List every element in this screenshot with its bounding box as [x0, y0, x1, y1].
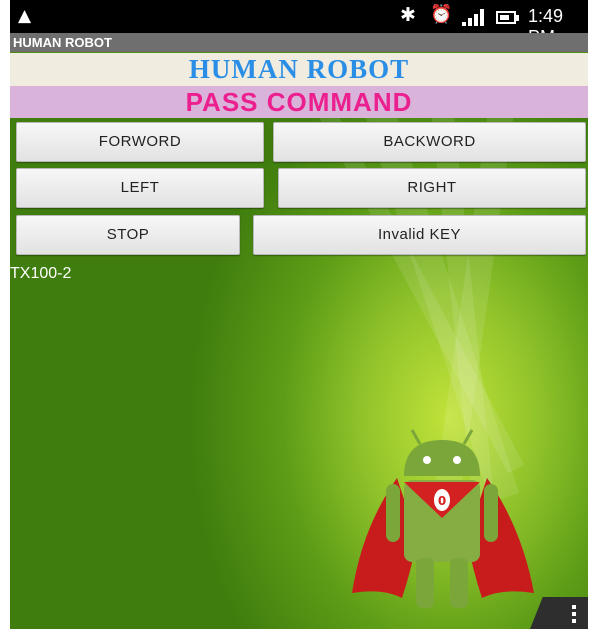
title-banner: HUMAN ROBOT	[10, 53, 588, 86]
alarm-icon: ⏰	[430, 4, 453, 25]
status-bar: ▲ ✱ ⏰ 1:49 PM	[10, 0, 588, 47]
subtitle-banner: PASS COMMAND	[10, 86, 588, 118]
overflow-menu-icon[interactable]	[572, 605, 576, 623]
android-mascot-icon: 0	[352, 429, 534, 608]
warning-icon: ▲	[18, 6, 32, 26]
app-screen: ▲ ✱ ⏰ 1:49 PM HUMAN ROBOT HUMAN ROBOT PA…	[10, 0, 588, 629]
invalid-key-button[interactable]: Invalid KEY	[253, 215, 586, 255]
svg-text:0: 0	[438, 494, 446, 508]
action-bar-title: HUMAN ROBOT	[10, 33, 588, 52]
left-button[interactable]: LEFT	[16, 168, 264, 208]
signal-icon	[462, 8, 486, 26]
backward-button[interactable]: BACKWORD	[273, 122, 586, 162]
bluetooth-icon: ✱	[400, 4, 416, 26]
battery-icon	[496, 11, 516, 24]
stop-button[interactable]: STOP	[16, 215, 240, 255]
right-button[interactable]: RIGHT	[278, 168, 586, 208]
battery-tip	[516, 15, 519, 21]
device-label: TX100-2	[10, 265, 72, 282]
forward-button[interactable]: FORWORD	[16, 122, 264, 162]
